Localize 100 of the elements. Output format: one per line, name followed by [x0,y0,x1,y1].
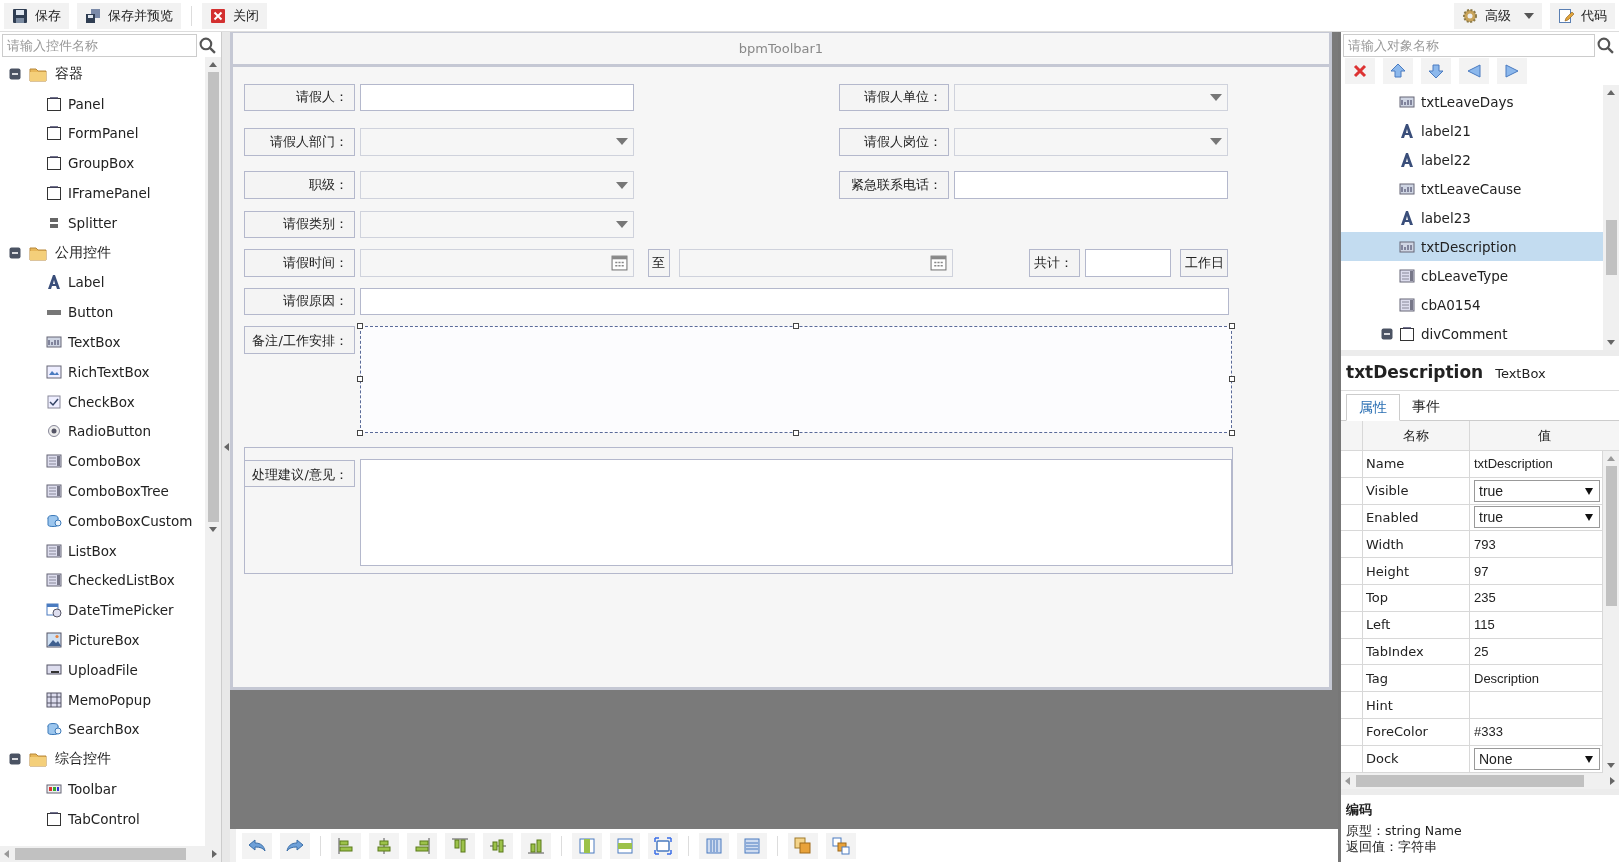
align-left-button[interactable] [331,832,361,859]
text-field[interactable] [953,171,1229,200]
property-dropdown[interactable]: None [1474,747,1600,770]
object-tree-item[interactable]: divComment [1341,319,1603,348]
control-item[interactable]: PictureBox [0,625,205,655]
object-tree-item[interactable]: label22 [1341,145,1603,174]
resize-handle[interactable] [793,429,800,436]
redo-button[interactable] [280,832,310,859]
text-field[interactable] [1084,248,1171,277]
resize-handle[interactable] [357,376,363,383]
advanced-button[interactable]: 高级 [1454,2,1542,29]
control-item[interactable]: TabControl [0,803,205,834]
scroll-left-icon [1345,776,1350,785]
control-item[interactable]: Button [0,297,205,328]
align-bottom-button[interactable] [521,832,551,859]
control-item[interactable]: FormPanel [0,118,205,149]
control-item[interactable]: IFramePanel [0,178,205,208]
horizontal-scrollbar[interactable] [0,846,221,862]
date-field[interactable] [360,248,634,277]
control-item[interactable]: Label [0,267,205,298]
control-item[interactable]: MemoPopup [0,684,205,715]
resize-handle[interactable] [1229,376,1236,383]
collapse-icon[interactable] [1381,327,1393,340]
align-center-button[interactable] [369,832,399,859]
collapse-icon[interactable] [9,67,21,80]
control-item[interactable]: ComboBox [0,446,205,477]
dropdown-field[interactable] [360,171,634,200]
control-item[interactable]: Toolbar [0,774,205,804]
collapse-icon[interactable] [9,753,21,766]
control-item[interactable]: RadioButton [0,416,205,447]
object-tree-item[interactable]: txtLeaveDays [1341,87,1603,116]
control-item[interactable]: GroupBox [0,148,205,179]
align-top-button[interactable] [445,832,475,859]
panel-tab[interactable]: 属性 [1346,394,1400,421]
scrollbar-thumb[interactable] [15,848,186,860]
text-area[interactable] [360,459,1233,566]
date-field[interactable] [679,248,953,277]
object-tree-item[interactable]: txtLeaveCause [1341,174,1603,203]
resize-handle[interactable] [357,429,363,436]
control-item[interactable]: TextBox [0,327,205,357]
close-button[interactable]: 关闭 [202,2,267,29]
control-item[interactable]: CheckedListBox [0,565,205,596]
collapse-icon[interactable] [9,246,21,259]
move-right-button[interactable] [1497,58,1527,84]
same-height-button[interactable] [610,832,640,859]
object-search-field[interactable]: 请输入对象名称 [1343,33,1595,57]
delete-button[interactable] [1345,58,1375,84]
save-preview-button[interactable]: 保存并预览 [77,2,181,29]
object-tree-item[interactable]: label23 [1341,203,1603,232]
dropdown-field[interactable] [360,127,634,156]
undo-button[interactable] [242,832,272,859]
resize-handle[interactable] [793,323,800,330]
send-to-back-button[interactable] [826,832,856,859]
control-item[interactable]: ComboBoxTree [0,476,205,506]
object-tree-item[interactable]: txtDescription [1341,232,1603,261]
control-item[interactable]: RichTextBox [0,356,205,387]
dropdown-field[interactable] [953,127,1229,156]
align-middle-button[interactable] [483,832,513,859]
control-search-field[interactable]: 请输入控件名称 [2,33,197,57]
dropdown-field[interactable] [953,83,1229,112]
bring-to-front-button[interactable] [788,832,818,859]
control-item[interactable]: UploadFile [0,654,205,685]
resize-handle[interactable] [1229,429,1236,436]
property-dropdown[interactable]: true [1474,506,1600,529]
panel-tab[interactable]: 事件 [1400,393,1452,420]
calendar-icon [610,254,628,272]
control-item[interactable]: DateTimePicker [0,595,205,626]
resize-handle[interactable] [357,323,363,330]
move-down-button[interactable] [1421,58,1451,84]
control-item[interactable]: CheckBox [0,386,205,417]
vertical-scrollbar[interactable] [1603,451,1619,773]
same-width-button[interactable] [572,832,602,859]
vertical-scrollbar[interactable] [1603,85,1619,350]
control-item[interactable]: SearchBox [0,714,205,745]
control-item[interactable]: ComboBoxCustom [0,505,205,536]
resize-handle[interactable] [1229,323,1236,330]
horizontal-spacing-button[interactable] [699,832,729,859]
vertical-scrollbar[interactable] [205,57,221,846]
vertical-spacing-button[interactable] [737,832,767,859]
scrollbar-thumb[interactable] [1605,466,1617,606]
text-field[interactable] [360,287,1230,315]
control-item[interactable]: ListBox [0,535,205,566]
scrollbar-thumb[interactable] [1605,220,1617,275]
property-dropdown[interactable]: true [1474,479,1600,502]
scrollbar-thumb[interactable] [207,72,219,522]
move-up-button[interactable] [1383,58,1413,84]
same-size-button[interactable] [648,832,678,859]
move-left-button[interactable] [1459,58,1489,84]
control-item[interactable]: Splitter [0,208,205,238]
dropdown-field[interactable] [360,210,634,239]
save-button[interactable]: 保存 [4,2,69,29]
control-item[interactable]: Panel [0,88,205,119]
object-tree-item[interactable]: cbA0154 [1341,290,1603,319]
text-field[interactable] [360,83,634,112]
object-tree-item[interactable]: cbLeaveType [1341,261,1603,290]
align-right-button[interactable] [407,832,437,859]
scrollbar-thumb[interactable] [1356,774,1584,787]
code-button[interactable]: 代码 [1550,2,1615,29]
group-label: 容器 [55,64,83,83]
object-tree-item[interactable]: label21 [1341,116,1603,145]
